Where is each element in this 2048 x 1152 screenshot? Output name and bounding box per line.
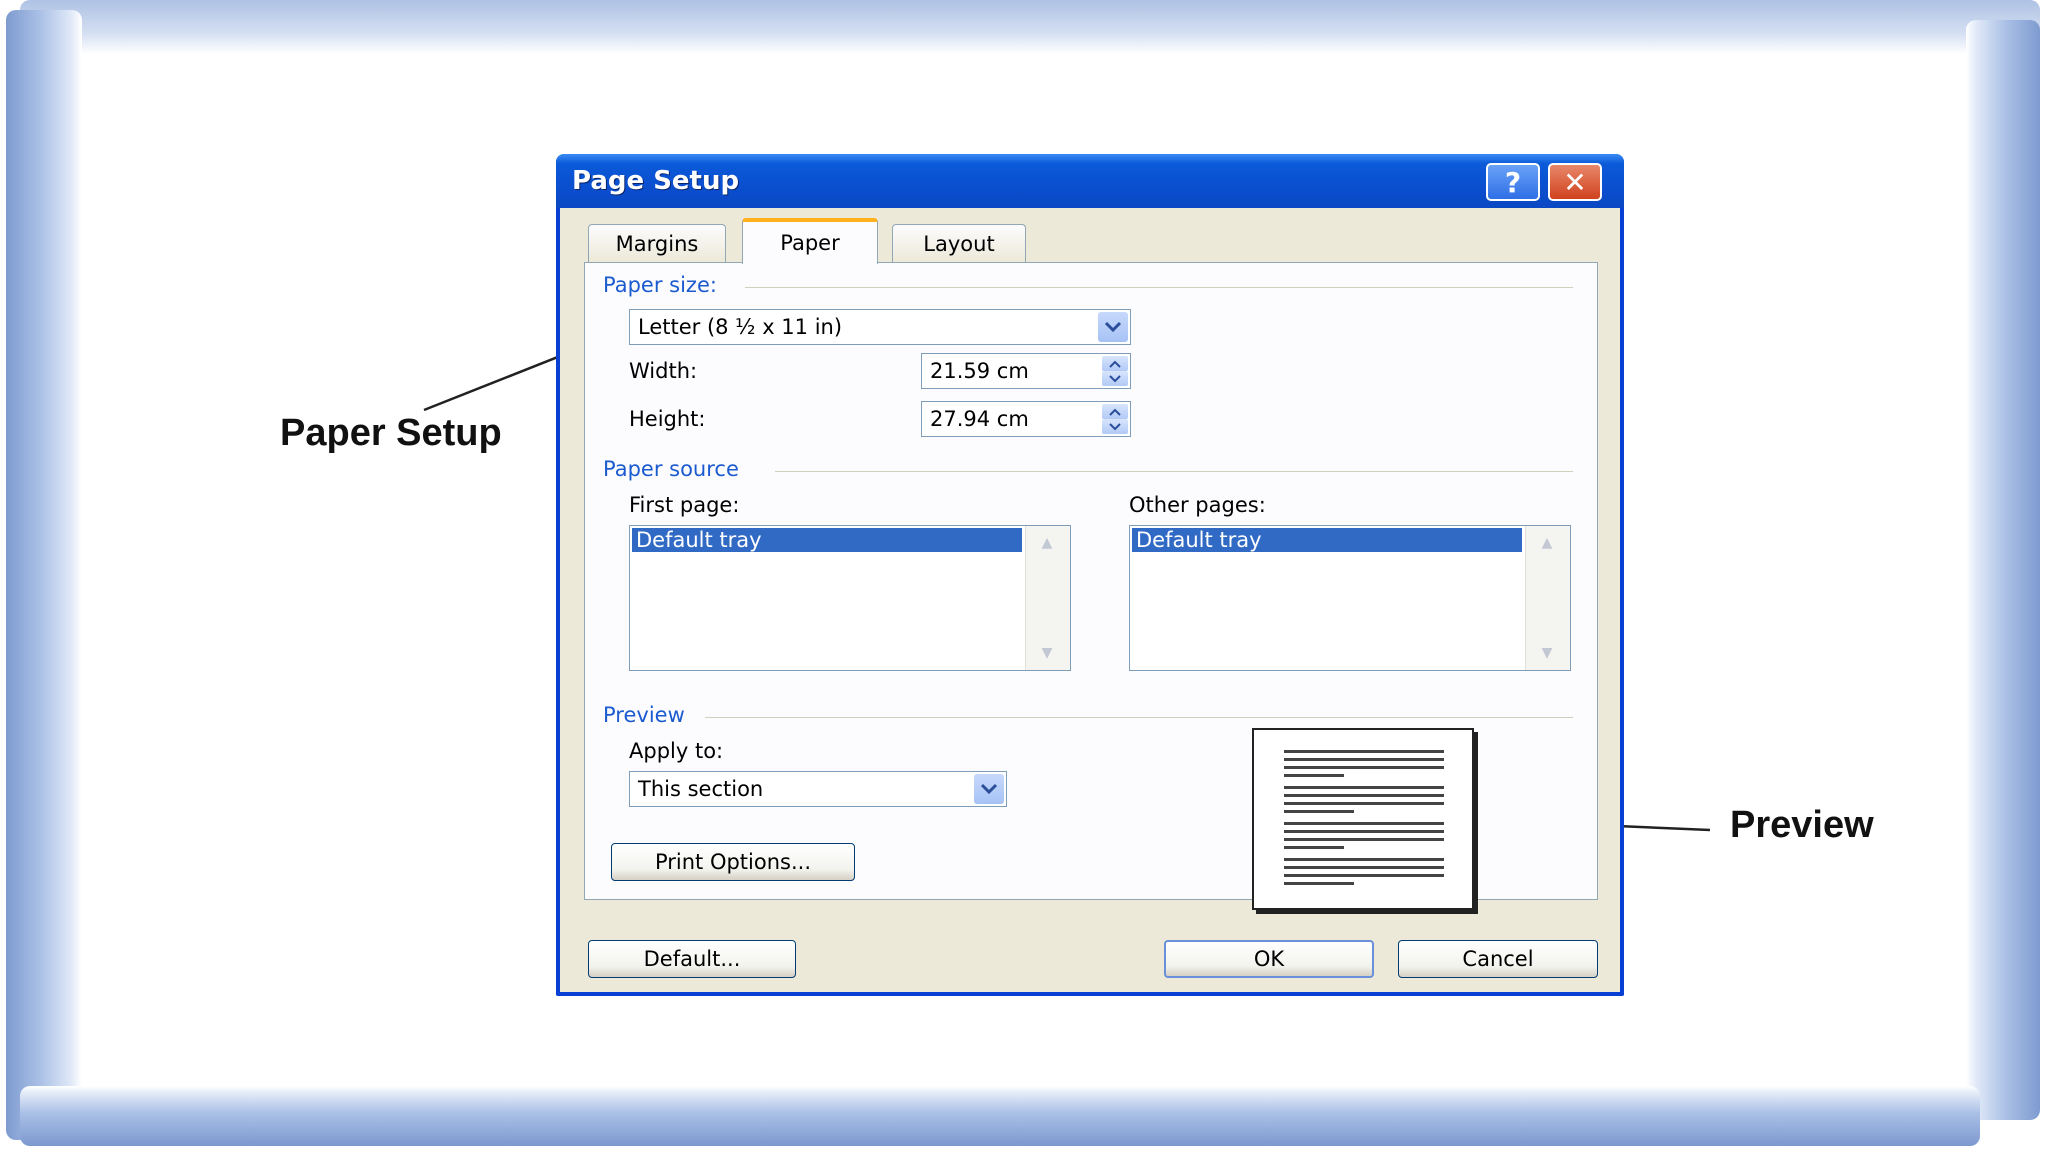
first-page-scrollbar[interactable]: ▲ ▼ <box>1025 526 1070 670</box>
preview-text-line <box>1284 794 1444 797</box>
ok-button[interactable]: OK <box>1164 940 1374 978</box>
other-pages-selected-item[interactable]: Default tray <box>1132 528 1522 552</box>
tab-margins[interactable]: Margins <box>588 224 726 262</box>
frame-right-stroke <box>1966 20 2040 1120</box>
scroll-down-icon[interactable]: ▼ <box>1530 640 1564 666</box>
preview-group-label: Preview <box>603 703 695 727</box>
height-value: 27.94 cm <box>930 407 1029 431</box>
dialog-title: Page Setup <box>572 166 740 196</box>
first-page-label: First page: <box>629 493 740 517</box>
print-options-button[interactable]: Print Options... <box>611 843 855 881</box>
paper-size-dropdown[interactable]: Letter (8 ½ x 11 in) <box>629 309 1131 345</box>
page-preview-thumbnail <box>1252 728 1474 910</box>
close-button[interactable]: ✕ <box>1548 163 1602 201</box>
preview-rule <box>705 717 1573 718</box>
paper-source-group-label: Paper source <box>603 457 749 481</box>
preview-text-line <box>1284 786 1444 789</box>
cancel-button-label: Cancel <box>1462 947 1534 971</box>
width-label: Width: <box>629 359 698 383</box>
preview-text-line <box>1284 766 1444 769</box>
height-spinner[interactable]: 27.94 cm <box>921 401 1131 437</box>
frame-top-stroke <box>20 0 2040 54</box>
paper-source-rule <box>775 471 1573 472</box>
titlebar: Page Setup ? ✕ <box>556 154 1624 208</box>
cancel-button[interactable]: Cancel <box>1398 940 1598 978</box>
other-pages-label: Other pages: <box>1129 493 1266 517</box>
preview-text-line <box>1284 802 1444 805</box>
other-pages-listbox[interactable]: Default tray ▲ ▼ <box>1129 525 1571 671</box>
preview-text-line <box>1284 874 1444 877</box>
apply-to-dropdown[interactable]: This section <box>629 771 1007 807</box>
preview-text-line <box>1284 758 1444 761</box>
scroll-up-icon[interactable]: ▲ <box>1530 530 1564 556</box>
default-button[interactable]: Default... <box>588 940 796 978</box>
tab-paper-label: Paper <box>780 231 840 255</box>
apply-to-value: This section <box>638 777 764 801</box>
preview-text-line <box>1284 830 1444 833</box>
annotation-preview: Preview <box>1730 804 1874 846</box>
width-value: 21.59 cm <box>930 359 1029 383</box>
frame-left-stroke <box>6 10 82 1140</box>
height-down-arrow-icon[interactable] <box>1102 419 1128 434</box>
width-up-arrow-icon[interactable] <box>1102 356 1128 371</box>
tab-paper[interactable]: Paper <box>742 218 878 264</box>
help-button[interactable]: ? <box>1486 163 1540 201</box>
preview-text-line <box>1284 838 1444 841</box>
close-icon: ✕ <box>1563 165 1587 199</box>
tab-layout-label: Layout <box>923 231 995 256</box>
default-button-label: Default... <box>643 947 741 971</box>
first-page-selected-item[interactable]: Default tray <box>632 528 1022 552</box>
preview-text-line <box>1284 846 1344 849</box>
scroll-up-icon[interactable]: ▲ <box>1030 530 1064 556</box>
frame-bottom-stroke <box>20 1086 1980 1146</box>
width-down-arrow-icon[interactable] <box>1102 371 1128 386</box>
preview-text-line <box>1284 866 1444 869</box>
apply-to-label: Apply to: <box>629 739 724 763</box>
width-spinner[interactable]: 21.59 cm <box>921 353 1131 389</box>
first-page-listbox[interactable]: Default tray ▲ ▼ <box>629 525 1071 671</box>
ok-button-label: OK <box>1253 947 1285 971</box>
preview-text-line <box>1284 810 1354 813</box>
preview-text-line <box>1284 774 1344 777</box>
chevron-down-icon[interactable] <box>1098 312 1128 342</box>
chevron-down-icon[interactable] <box>974 774 1004 804</box>
height-up-arrow-icon[interactable] <box>1102 404 1128 419</box>
page-setup-dialog: Page Setup ? ✕ Margins Paper Layout Pape… <box>556 154 1624 996</box>
preview-text-line <box>1284 858 1444 861</box>
height-label: Height: <box>629 407 706 431</box>
tab-layout[interactable]: Layout <box>892 224 1026 262</box>
annotation-paper-setup: Paper Setup <box>280 412 502 454</box>
preview-text-line <box>1284 882 1354 885</box>
paper-size-value: Letter (8 ½ x 11 in) <box>638 315 843 339</box>
print-options-label: Print Options... <box>654 850 812 874</box>
preview-text-line <box>1284 822 1444 825</box>
tab-margins-label: Margins <box>615 231 699 256</box>
other-pages-scrollbar[interactable]: ▲ ▼ <box>1525 526 1570 670</box>
paper-size-rule <box>745 287 1573 288</box>
help-icon: ? <box>1504 165 1522 199</box>
paper-size-group-label: Paper size: <box>603 273 727 297</box>
preview-text-line <box>1284 750 1444 753</box>
scroll-down-icon[interactable]: ▼ <box>1030 640 1064 666</box>
